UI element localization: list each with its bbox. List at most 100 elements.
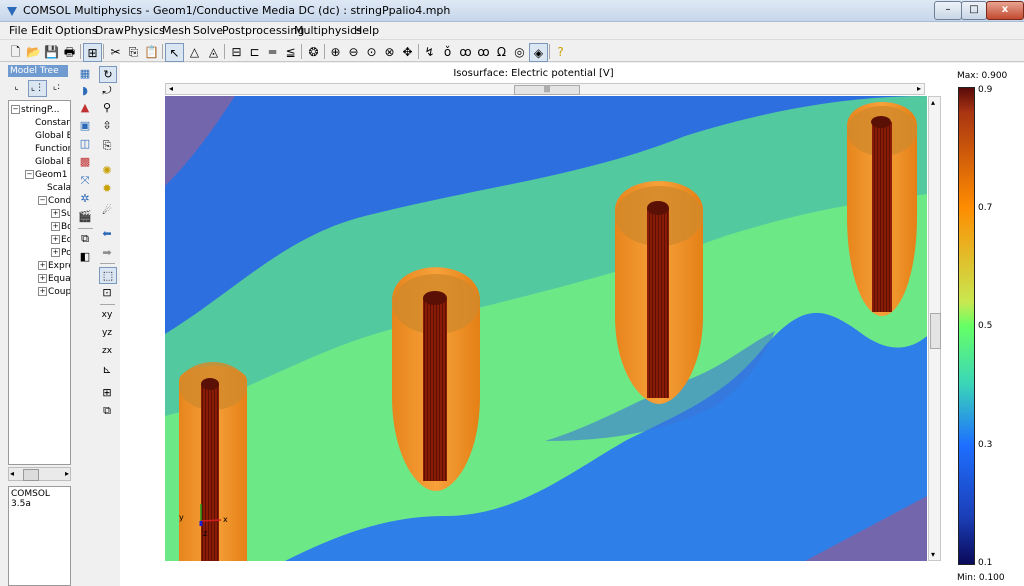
save-icon[interactable]: 💾 <box>43 43 60 60</box>
subdomain-settings-icon[interactable]: ⊟ <box>228 43 245 60</box>
yz-view-icon[interactable]: yz <box>99 326 115 341</box>
boundary-settings-icon[interactable]: ⊏ <box>246 43 263 60</box>
menu-file[interactable]: File <box>9 24 27 37</box>
menu-options[interactable]: Options <box>55 24 97 37</box>
boundary-plot-icon[interactable]: ◗ <box>77 83 93 98</box>
paste-icon[interactable]: 📋 <box>143 43 160 60</box>
expand-icon[interactable]: + <box>38 274 47 283</box>
collapse-icon[interactable]: − <box>38 196 47 205</box>
menu-edit[interactable]: Edit <box>31 24 52 37</box>
tree-item-global-equations[interactable]: Global Eq <box>35 157 70 168</box>
menu-mesh[interactable]: Mesh <box>162 24 191 37</box>
expand-icon[interactable]: + <box>51 222 60 231</box>
draw-triangle-icon[interactable]: △ <box>186 43 203 60</box>
zx-view-icon[interactable]: zx <box>99 344 115 359</box>
select-pointer-icon[interactable]: ↖ <box>165 43 184 62</box>
menu-solve[interactable]: Solve <box>193 24 223 37</box>
solve-icon[interactable]: ❂ <box>305 43 322 60</box>
tree-item-equations[interactable]: +Equat <box>38 274 70 285</box>
tree-item-functions[interactable]: Functions <box>35 144 70 155</box>
expand-icon[interactable]: + <box>51 248 60 257</box>
scrollbar-thumb[interactable]: ||| <box>514 85 580 95</box>
scroll-right-icon[interactable]: ▸ <box>65 469 69 478</box>
menu-draw[interactable]: Draw <box>95 24 124 37</box>
plot-icon[interactable]: ↯ <box>421 43 438 60</box>
animate-icon[interactable]: ǒ <box>439 43 456 60</box>
scroll-down-icon[interactable]: ▾ <box>931 550 935 559</box>
zoom-out-icon[interactable]: ⊖ <box>345 43 362 60</box>
open-file-icon[interactable]: 📂 <box>25 43 42 60</box>
back-arrow-icon[interactable]: ⬅ <box>99 226 115 241</box>
scroll-left-icon[interactable]: ◂ <box>169 84 173 93</box>
mesh-triangle-icon[interactable]: ◬ <box>205 43 222 60</box>
tree-item-geom1[interactable]: − Geom1 <box>25 170 68 181</box>
zoom-icon[interactable]: ⚲ <box>99 100 115 115</box>
point-settings-icon[interactable]: ≦ <box>282 43 299 60</box>
tree-item-constants[interactable]: Constant <box>35 118 70 129</box>
tree-item-scalar[interactable]: Scalar <box>47 183 70 194</box>
box-view-icon[interactable]: ⬚ <box>99 267 117 284</box>
collapse-icon[interactable]: − <box>11 105 20 114</box>
select-icon[interactable]: ⎘ <box>99 138 115 153</box>
scrollbar-thumb[interactable] <box>930 313 941 349</box>
move-icon[interactable]: ⇳ <box>99 118 115 133</box>
tree-item-conductive-media[interactable]: −Condu <box>38 196 70 207</box>
print-icon[interactable]: 🖶 <box>61 43 78 60</box>
minimize-button[interactable]: – <box>934 1 962 20</box>
tree-item-point[interactable]: + Po <box>51 248 70 259</box>
copy-icon[interactable]: ⎘ <box>125 43 142 60</box>
expand-icon[interactable]: + <box>38 287 47 296</box>
rotate-icon[interactable]: ↻ <box>99 66 117 83</box>
add-view-icon[interactable]: ⊞ <box>99 385 115 400</box>
xy-view-icon[interactable]: xy <box>99 308 115 323</box>
particle-tracing-icon[interactable]: ꝏ <box>457 43 474 60</box>
tree-item-expressions[interactable]: +Expre <box>38 261 70 272</box>
arrow-plot-icon[interactable]: ◫ <box>77 136 93 151</box>
isosurface-icon[interactable]: ▲ <box>77 100 93 115</box>
deformed-shape-icon[interactable]: ⤧ <box>77 173 93 188</box>
scroll-left-icon[interactable]: ◂ <box>10 469 14 478</box>
new-file-icon[interactable]: 🗋 <box>7 43 24 60</box>
tree-item-subdomain[interactable]: +Su <box>51 209 70 220</box>
scene-light-icon[interactable]: ✹ <box>99 181 115 196</box>
plot-vertical-scrollbar[interactable]: ▴ ▾ <box>928 96 941 561</box>
plot-canvas[interactable]: y x z <box>165 96 927 561</box>
menu-physics[interactable]: Physics <box>124 24 165 37</box>
zoom-window-icon[interactable]: ⊙ <box>363 43 380 60</box>
zoom-extents-icon[interactable]: ⊗ <box>381 43 398 60</box>
expand-icon[interactable]: + <box>38 261 47 270</box>
scroll-up-icon[interactable]: ▴ <box>931 98 935 107</box>
streamline-plot-icon[interactable]: ▩ <box>77 154 93 169</box>
expand-icon[interactable]: + <box>51 235 60 244</box>
omega-icon[interactable]: Ω <box>493 43 510 60</box>
expand-icon[interactable]: + <box>51 209 60 218</box>
menu-help[interactable]: Help <box>354 24 379 37</box>
tree-view-one-icon[interactable]: ⌞ <box>8 80 25 95</box>
streamline-icon[interactable]: ꝏ <box>475 43 492 60</box>
tree-item-root[interactable]: − stringP... <box>11 105 59 116</box>
collapse-icon[interactable]: − <box>25 170 34 179</box>
tree-item-edge[interactable]: +Ed <box>51 235 70 246</box>
maximize-button[interactable]: □ <box>961 1 987 20</box>
copy-view-icon[interactable]: ⧉ <box>99 403 115 418</box>
slice-plot-icon[interactable]: ▣ <box>77 118 93 133</box>
cube-icon[interactable]: ◧ <box>77 249 93 264</box>
orbit-icon[interactable]: ⤾ <box>99 83 115 98</box>
model-tree-tab[interactable]: Model Tree <box>8 65 68 77</box>
edge-settings-icon[interactable]: ═ <box>264 43 281 60</box>
menu-multiphysics[interactable]: Multiphysics <box>294 24 362 37</box>
forward-arrow-icon[interactable]: ➡ <box>99 245 115 260</box>
perspective-view-icon[interactable]: ⊡ <box>99 285 115 300</box>
scrollbar-thumb[interactable] <box>23 469 39 481</box>
scroll-right-icon[interactable]: ▸ <box>917 84 921 93</box>
tree-view-two-icon[interactable]: ⌞⋮ <box>28 80 47 97</box>
subdomain-plot-icon[interactable]: ▦ <box>77 66 93 81</box>
help-icon[interactable]: ? <box>552 43 569 60</box>
light-bulb-icon[interactable]: ✺ <box>99 163 115 178</box>
axes-icon[interactable]: ⊾ <box>99 362 115 377</box>
tree-item-global-expressions[interactable]: Global Ex <box>35 131 70 142</box>
animation-icon[interactable]: 🎬 <box>77 209 93 224</box>
model-tree-icon[interactable]: ⊞ <box>83 43 102 62</box>
menu-postprocessing[interactable]: Postprocessing <box>222 24 304 37</box>
tree-item-boundary[interactable]: +Bo <box>51 222 70 233</box>
